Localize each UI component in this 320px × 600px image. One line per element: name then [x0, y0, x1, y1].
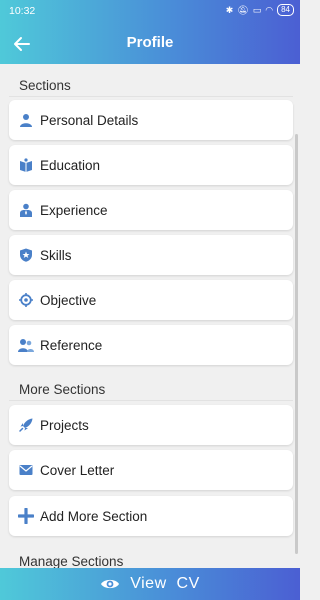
divider — [9, 96, 293, 97]
book-icon — [18, 157, 34, 173]
professional-icon — [18, 202, 34, 218]
section-item-label: Add More Section — [40, 508, 148, 524]
status-bar: 10:32 ✱ 🔕︎ ▭ ◠ 84 — [0, 0, 300, 22]
people-icon — [18, 337, 34, 353]
section-item-label: Skills — [40, 247, 72, 263]
view-cv-button[interactable]: View CV — [0, 568, 300, 600]
rocket-icon — [18, 417, 34, 433]
mute-icon: 🔕︎ — [237, 4, 249, 15]
shield-star-icon — [18, 247, 34, 263]
page-title: Profile — [126, 34, 174, 51]
section-item-add-more[interactable]: Add More Section — [9, 496, 293, 536]
scrollbar[interactable] — [295, 134, 298, 554]
bluetooth-icon: ✱ — [225, 4, 234, 15]
status-icons: ✱ 🔕︎ ▭ ◠ 84 — [226, 4, 294, 16]
sections-heading: Sections — [19, 78, 71, 93]
battery-indicator: 84 — [277, 4, 294, 16]
status-time: 10:32 — [9, 5, 36, 17]
envelope-icon — [18, 462, 34, 478]
wifi-icon: ◠ — [265, 4, 274, 15]
section-item-experience[interactable]: Experience — [9, 190, 293, 230]
section-item-projects[interactable]: Projects — [9, 405, 293, 445]
view-cv-label: View CV — [130, 575, 200, 592]
section-item-skills[interactable]: Skills — [9, 235, 293, 275]
section-item-label: Cover Letter — [40, 462, 115, 478]
more-sections-heading: More Sections — [19, 382, 106, 397]
target-icon — [18, 292, 34, 308]
section-item-objective[interactable]: Objective — [9, 280, 293, 320]
section-item-reference[interactable]: Reference — [9, 325, 293, 365]
manage-sections-heading: Manage Sections — [19, 554, 124, 568]
section-item-label: Projects — [40, 417, 89, 433]
section-item-label: Objective — [40, 292, 97, 308]
section-item-personal-details[interactable]: Personal Details — [9, 100, 293, 140]
section-item-label: Personal Details — [40, 112, 139, 128]
sim-icon: ▭ — [252, 4, 262, 15]
app-header: 10:32 ✱ 🔕︎ ▭ ◠ 84 Profile — [0, 0, 300, 64]
section-item-cover-letter[interactable]: Cover Letter — [9, 450, 293, 490]
section-item-label: Experience — [40, 202, 108, 218]
section-item-education[interactable]: Education — [9, 145, 293, 185]
divider — [9, 400, 293, 401]
section-item-label: Reference — [40, 337, 103, 353]
profile-content[interactable]: Sections Personal Details Education Expe… — [0, 64, 300, 568]
eye-icon — [100, 577, 120, 591]
section-item-label: Education — [40, 157, 101, 173]
plus-icon — [18, 508, 34, 524]
person-icon — [18, 112, 34, 128]
